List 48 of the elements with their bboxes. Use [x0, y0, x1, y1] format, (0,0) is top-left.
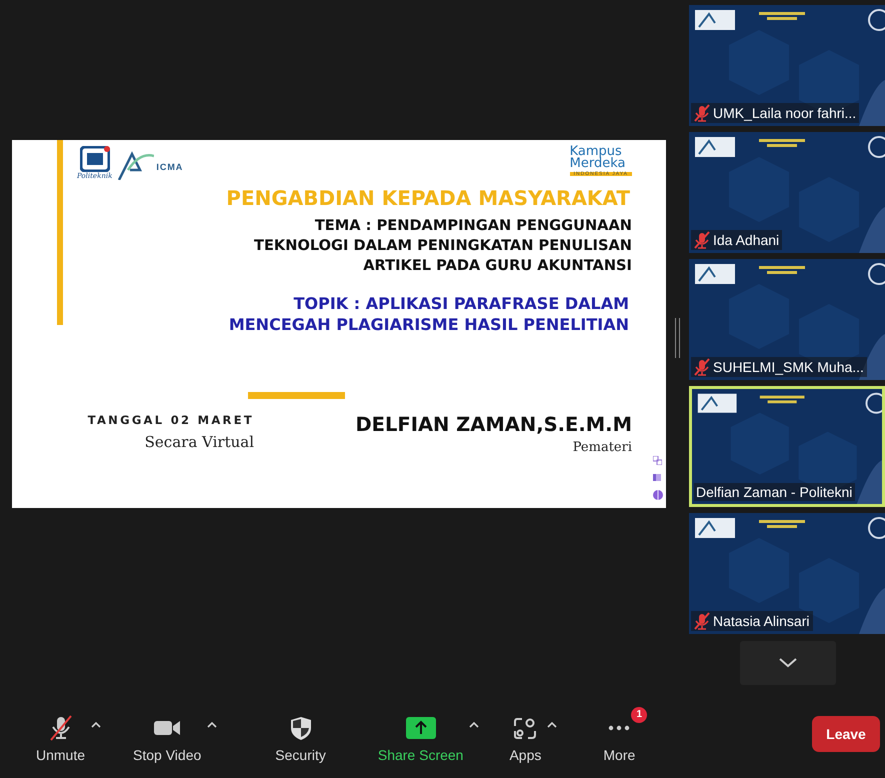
share-button[interactable]: Share Screen — [372, 715, 470, 763]
caret-icon — [207, 721, 218, 729]
speaker-name: DELFIAN ZAMAN,S.E.M.M — [355, 413, 632, 436]
apps-button[interactable]: Apps — [503, 715, 548, 763]
topic-line: MENCEGAH PLAGIARISME HASIL PENELITIAN — [228, 314, 629, 335]
participant-name: UMK_Laila noor fahri... — [713, 105, 856, 121]
speaker-role: Pemateri — [572, 440, 632, 455]
options-caret-button[interactable] — [91, 721, 102, 729]
shield-icon — [290, 716, 312, 740]
more-button[interactable]: More 1 — [597, 707, 648, 763]
leave-button[interactable]: Leave — [812, 716, 880, 752]
caret-icon — [547, 721, 558, 729]
video-button[interactable]: Stop Video — [127, 715, 208, 763]
video-tile[interactable]: Ida Adhani — [689, 132, 885, 253]
security-button[interactable]: Security — [269, 715, 332, 763]
resize-handle[interactable] — [675, 318, 680, 358]
logo-text: Merdeka — [570, 158, 626, 171]
options-caret-button[interactable] — [547, 721, 558, 729]
notification-badge: 1 — [631, 707, 648, 723]
video-tile[interactable]: Natasia Alinsari — [689, 513, 885, 634]
options-caret-button[interactable] — [469, 721, 480, 729]
slide-mode: Secara Virtual — [144, 433, 254, 451]
logo-text: Kampus — [570, 146, 622, 158]
slide-title: PENGABDIAN KEPADA MASYARAKAT — [226, 186, 630, 210]
theme-line: TEMA : PENDAMPINGAN PENGGUNAAN — [314, 216, 632, 236]
video-tile[interactable]: UMK_Laila noor fahri... — [689, 5, 885, 126]
theme-line: TEKNOLOGI DALAM PENINGKATAN PENULISAN — [254, 236, 632, 256]
options-caret-button[interactable] — [207, 721, 218, 729]
slide-date: TANGGAL 02 MARET — [88, 413, 254, 427]
video-tile[interactable]: Delfian Zaman - Politekni — [689, 386, 885, 507]
overlay-icon — [653, 456, 662, 465]
participant-name: SUHELMI_SMK Muha... — [713, 359, 864, 375]
caret-icon — [91, 721, 102, 729]
topic-line: TOPIK : APLIKASI PARAFRASE DALAM — [292, 293, 629, 314]
chevron-down-icon — [779, 658, 797, 668]
theme-line: ARTIKEL PADA GURU AKUNTANSI — [363, 256, 632, 276]
apps-icon — [514, 717, 536, 739]
participant-name: Natasia Alinsari — [713, 613, 810, 629]
panel-icon — [653, 473, 662, 482]
caret-icon — [469, 721, 480, 729]
video-tile[interactable]: SUHELMI_SMK Muha... — [689, 259, 885, 380]
logo-text: ICMA — [156, 162, 184, 172]
participant-name: Delfian Zaman - Politekni — [696, 484, 852, 500]
mountain-logo-icon — [118, 150, 154, 180]
mic-button[interactable]: Unmute — [30, 715, 92, 763]
participant-name: Ida Adhani — [713, 232, 780, 248]
share-screen-icon — [406, 717, 436, 739]
more-dots-icon — [608, 724, 630, 732]
